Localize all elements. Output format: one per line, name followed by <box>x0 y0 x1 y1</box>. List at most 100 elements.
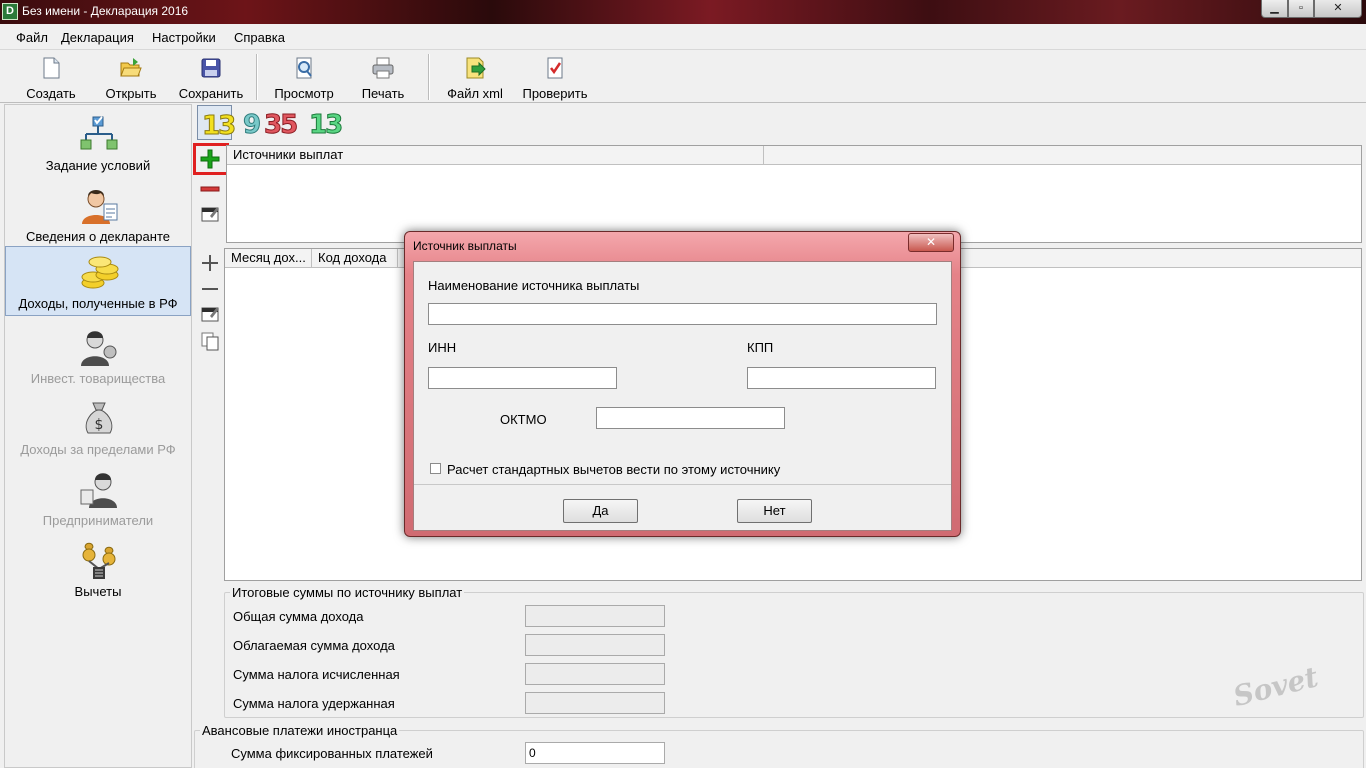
declarant-icon <box>82 190 118 224</box>
taxable-income-field <box>525 634 665 656</box>
grid-column-header-empty <box>764 146 1361 165</box>
sidebar-item-invest[interactable]: Инвест. товарищества <box>5 322 191 392</box>
sidebar-item-label: Предприниматели <box>42 513 154 528</box>
check-document-icon <box>547 57 563 79</box>
window-title: Без имени - Декларация 2016 <box>22 4 189 18</box>
grid-column-header[interactable]: Код дохода <box>312 249 398 268</box>
money-bag-icon: $ <box>85 402 113 434</box>
rate-tab-9[interactable]: 9 <box>242 110 261 141</box>
fixed-payments-input[interactable]: 0 <box>525 742 665 764</box>
grid-column-header[interactable]: Месяц дох... <box>225 249 312 268</box>
no-button[interactable]: Нет <box>737 499 812 523</box>
menu-file[interactable]: Файл <box>16 30 48 45</box>
menu-help[interactable]: Справка <box>234 30 285 45</box>
menu-bar: Файл Декларация Настройки Справка <box>0 24 1366 50</box>
sidebar-item-label: Задание условий <box>45 158 151 173</box>
edit-income-icon[interactable] <box>199 302 221 324</box>
advance-title: Авансовые платежи иностранца <box>200 723 400 738</box>
oktmo-input[interactable] <box>596 407 785 429</box>
menu-declaration[interactable]: Декларация <box>61 30 134 45</box>
source-name-input[interactable] <box>428 303 937 325</box>
inn-input[interactable] <box>428 367 617 389</box>
kpp-input[interactable] <box>747 367 936 389</box>
check-label: Проверить <box>522 86 588 101</box>
create-button[interactable]: Создать <box>16 54 86 102</box>
tax-calculated-label: Сумма налога исчисленная <box>233 667 400 682</box>
rate-tab-13[interactable]: 13 <box>197 105 237 142</box>
sidebar-item-conditions[interactable]: Задание условий <box>5 109 191 179</box>
printer-icon <box>372 57 394 79</box>
save-label: Сохранить <box>178 86 244 101</box>
sidebar-item-rf-income[interactable]: Доходы, полученные в РФ <box>5 246 191 316</box>
tax-calculated-field <box>525 663 665 685</box>
toolbar: Создать Открыть Сохранить Просмотр Печат… <box>0 50 1366 103</box>
preview-button[interactable]: Просмотр <box>268 54 340 102</box>
rate-tab-13-resident[interactable]: 13 <box>308 110 343 141</box>
add-source-icon[interactable] <box>199 148 221 170</box>
toolbar-separator <box>428 54 430 100</box>
standard-deductions-checkbox[interactable] <box>430 463 441 474</box>
preview-label: Просмотр <box>274 86 334 101</box>
inn-label: ИНН <box>428 340 457 355</box>
dialog-body: Наименование источника выплаты ИНН КПП О… <box>413 261 952 531</box>
floppy-disk-icon <box>201 58 221 78</box>
total-income-label: Общая сумма дохода <box>233 609 364 624</box>
new-document-icon <box>43 57 60 79</box>
sources-grid[interactable]: Источники выплат <box>226 145 1362 243</box>
dialog-title: Источник выплаты <box>413 239 517 253</box>
remove-income-icon[interactable] <box>199 278 221 300</box>
kpp-label: КПП <box>747 340 774 355</box>
open-button[interactable]: Открыть <box>98 54 164 102</box>
sidebar-item-entrepreneurs[interactable]: Предприниматели <box>5 464 191 534</box>
preview-icon <box>296 57 312 79</box>
taxable-income-label: Облагаемая сумма дохода <box>233 638 395 653</box>
conditions-icon <box>80 116 118 150</box>
tax-withheld-field <box>525 692 665 714</box>
totals-group: Итоговые суммы по источнику выплат Общая… <box>224 585 1364 718</box>
total-income-field <box>525 605 665 627</box>
title-bar: D Без имени - Декларация 2016 ▁ ▫ ✕ <box>0 0 1366 24</box>
sidebar-item-label: Вычеты <box>74 584 122 599</box>
payment-source-dialog: Источник выплаты ✕ Наименование источник… <box>404 231 961 537</box>
yes-button[interactable]: Да <box>563 499 638 523</box>
open-folder-icon <box>120 58 142 77</box>
close-window-button[interactable]: ✕ <box>1314 0 1362 18</box>
maximize-button[interactable]: ▫ <box>1288 0 1314 18</box>
advance-payments-group: Авансовые платежи иностранца Сумма фикси… <box>194 723 1364 768</box>
toolbar-separator <box>256 54 258 100</box>
print-label: Печать <box>361 86 405 101</box>
sidebar-item-foreign-income[interactable]: $ Доходы за пределами РФ <box>5 393 191 463</box>
check-button[interactable]: Проверить <box>518 54 592 102</box>
save-button[interactable]: Сохранить <box>176 54 246 102</box>
grid-column-header[interactable]: Источники выплат <box>227 146 764 165</box>
dialog-divider <box>414 484 951 485</box>
menu-settings[interactable]: Настройки <box>152 30 216 45</box>
edit-source-icon[interactable] <box>199 202 221 224</box>
print-button[interactable]: Печать <box>354 54 412 102</box>
minimize-button[interactable]: ▁ <box>1261 0 1288 18</box>
oktmo-label: ОКТМО <box>500 412 547 427</box>
sidebar-item-deductions[interactable]: Вычеты <box>5 535 191 605</box>
sidebar-item-label: Доходы за пределами РФ <box>20 442 176 457</box>
sidebar-item-label: Доходы, полученные в РФ <box>18 296 178 311</box>
standard-deductions-label: Расчет стандартных вычетов вести по этом… <box>447 462 781 477</box>
app-icon: D <box>2 3 18 20</box>
totals-title: Итоговые суммы по источнику выплат <box>230 585 465 600</box>
deductions-icon <box>82 542 116 579</box>
section-sidebar: Задание условий Сведения о декларанте До… <box>4 104 192 768</box>
tax-withheld-label: Сумма налога удержанная <box>233 696 395 711</box>
copy-income-icon[interactable] <box>199 330 221 352</box>
sidebar-item-label: Сведения о декларанте <box>26 229 170 244</box>
dialog-close-button[interactable]: ✕ <box>908 233 954 252</box>
rate-tab-35[interactable]: 35 <box>263 110 298 141</box>
sidebar-item-declarant[interactable]: Сведения о декларанте <box>5 180 191 250</box>
create-label: Создать <box>26 86 76 101</box>
rate-13-label: 13 <box>201 111 236 142</box>
svg-text:$: $ <box>95 417 104 433</box>
investor-icon <box>81 331 117 366</box>
fixed-payments-label: Сумма фиксированных платежей <box>231 746 433 761</box>
add-income-icon[interactable] <box>199 252 221 274</box>
source-name-label: Наименование источника выплаты <box>428 278 640 293</box>
xml-file-button[interactable]: Файл xml <box>442 54 508 102</box>
remove-source-icon[interactable] <box>199 178 221 200</box>
